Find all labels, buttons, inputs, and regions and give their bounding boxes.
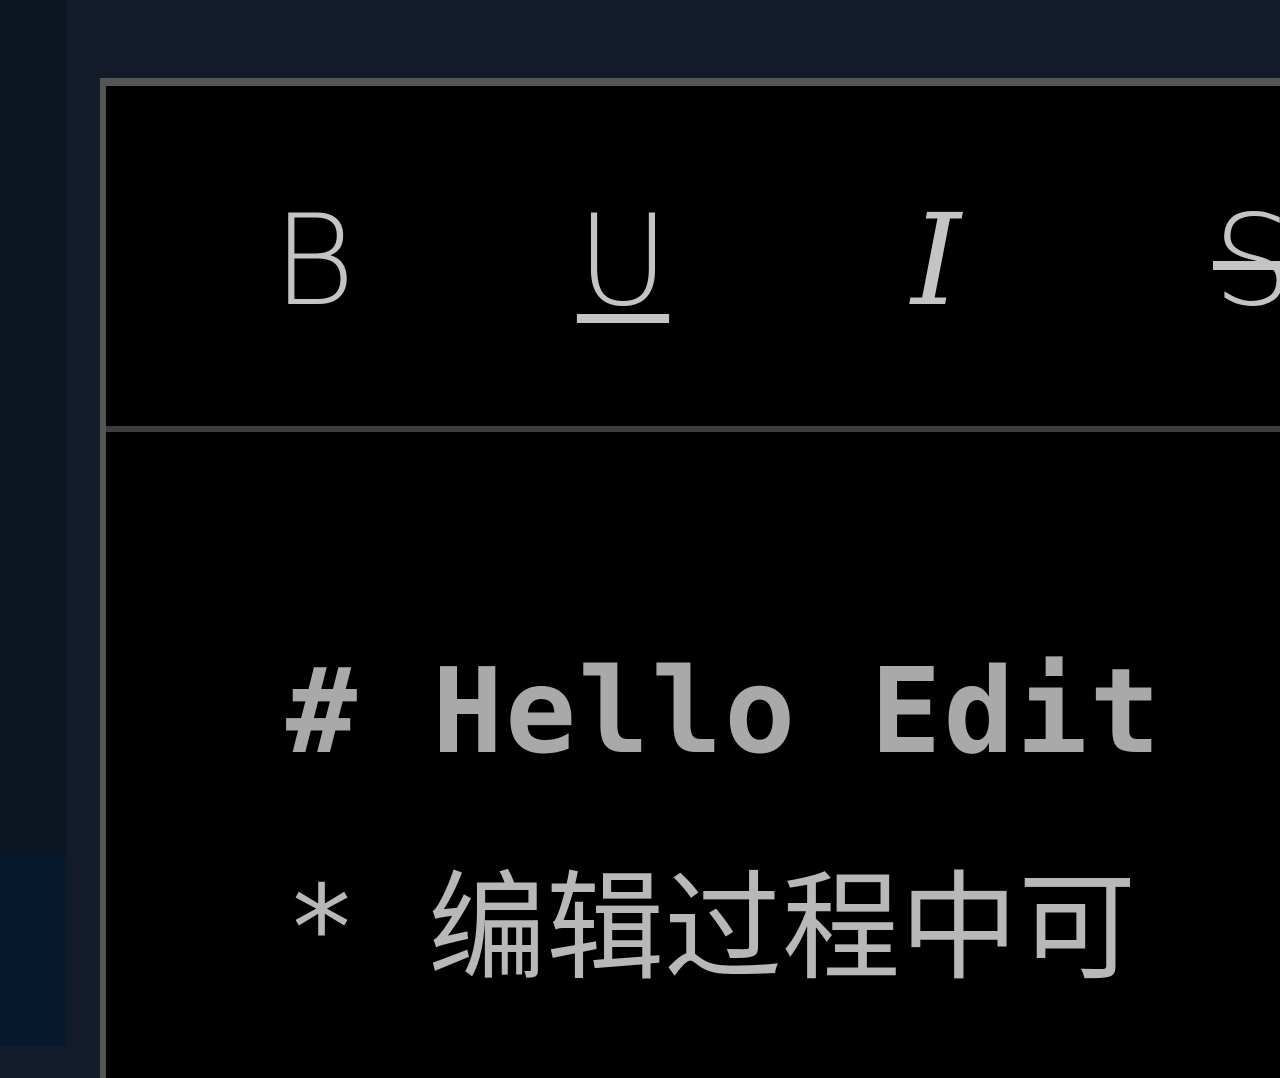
- bold-icon: B: [272, 187, 356, 334]
- italic-button[interactable]: I: [886, 196, 986, 326]
- underline-icon: U: [576, 187, 670, 334]
- italic-icon: I: [911, 187, 961, 334]
- editor-surface: B U I S # Hello Edit * 编辑过程中可: [106, 86, 1280, 1078]
- bold-button[interactable]: B: [264, 196, 364, 326]
- strikethrough-button[interactable]: S: [1198, 196, 1280, 326]
- editor-line-bullet[interactable]: * 编辑过程中可: [286, 832, 1136, 1003]
- markdown-editor: B U I S # Hello Edit * 编辑过程中可: [100, 78, 1280, 1078]
- side-panel-active-region[interactable]: [0, 856, 66, 1046]
- underline-button[interactable]: U: [568, 196, 678, 326]
- editor-text-area[interactable]: # Hello Edit * 编辑过程中可: [106, 432, 1280, 1078]
- strikethrough-icon: S: [1213, 187, 1280, 334]
- editor-line-heading[interactable]: # Hello Edit: [286, 642, 1163, 780]
- formatting-toolbar: B U I S: [106, 86, 1280, 432]
